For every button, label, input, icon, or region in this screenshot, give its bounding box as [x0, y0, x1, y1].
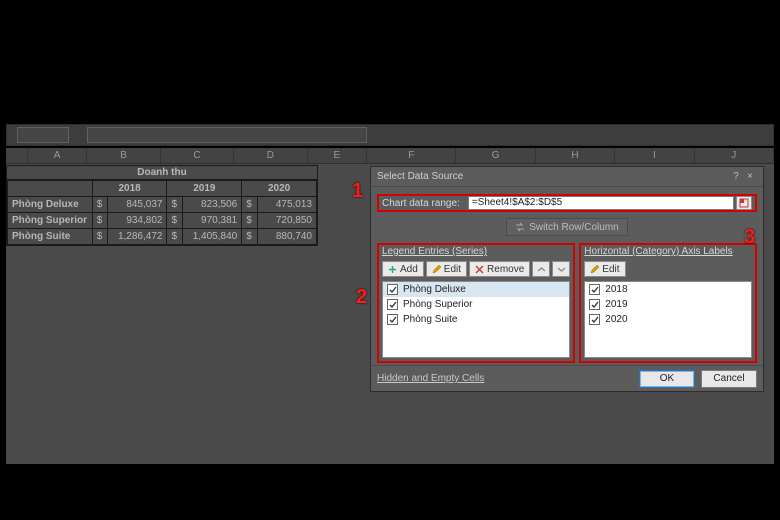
legend-remove-button[interactable]: Remove — [469, 261, 530, 277]
checkbox[interactable] — [589, 299, 600, 310]
axis-caption: Horizontal (Category) Axis Labels — [581, 245, 755, 259]
axis-item[interactable]: 2018 — [585, 282, 751, 297]
select-data-source-dialog: Select Data Source ? × Chart data range:… — [370, 166, 764, 392]
axis-list[interactable]: 2018 2019 2020 — [584, 281, 752, 358]
checkbox[interactable] — [589, 284, 600, 295]
ok-button[interactable]: OK — [639, 370, 695, 388]
legend-caption: Legend Entries (Series) — [379, 245, 573, 259]
close-button[interactable]: × — [743, 167, 757, 187]
edit-icon — [432, 265, 441, 274]
legend-item[interactable]: Phòng Superior — [383, 297, 569, 312]
stage: A B C D E F G H I J Doanh thu 2018 2019 … — [0, 0, 780, 520]
legend-item[interactable]: Phòng Suite — [383, 312, 569, 327]
range-picker-icon — [739, 198, 749, 208]
table-header-row: 2018 2019 2020 — [8, 181, 317, 197]
table-title: Doanh thu — [7, 166, 317, 180]
legend-move-down-button[interactable] — [552, 261, 570, 277]
axis-edit-button[interactable]: Edit — [584, 261, 625, 277]
callout-2: 2 — [356, 286, 367, 309]
checkbox[interactable] — [589, 314, 600, 325]
name-box[interactable] — [17, 127, 69, 143]
legend-list[interactable]: Phòng Deluxe Phòng Superior Phòng Suite — [382, 281, 570, 358]
edit-icon — [590, 265, 599, 274]
formula-input[interactable] — [87, 127, 367, 143]
switch-row-column-area: Switch Row/Column — [467, 218, 667, 236]
callout-1: 1 — [352, 180, 363, 203]
dialog-title: Select Data Source — [377, 167, 729, 187]
formula-bar — [6, 124, 774, 146]
dialog-footer: Hidden and Empty Cells OK Cancel — [371, 365, 763, 391]
axis-item[interactable]: 2020 — [585, 312, 751, 327]
axis-item[interactable]: 2019 — [585, 297, 751, 312]
dialog-titlebar: Select Data Source ? × — [371, 167, 763, 187]
chart-data-range-input[interactable]: =Sheet4!$A$2:$D$5 — [468, 196, 734, 210]
chart-data-range-label: Chart data range: — [382, 198, 460, 209]
chevron-up-icon — [537, 265, 546, 274]
add-icon — [388, 265, 397, 274]
cancel-button[interactable]: Cancel — [701, 370, 757, 388]
column-headers: A B C D E F G H I J — [6, 148, 774, 164]
checkbox[interactable] — [387, 314, 398, 325]
help-button[interactable]: ? — [729, 167, 743, 187]
legend-edit-button[interactable]: Edit — [426, 261, 467, 277]
chevron-down-icon — [557, 265, 566, 274]
remove-icon — [475, 265, 484, 274]
checkbox[interactable] — [387, 299, 398, 310]
callout-3: 3 — [744, 226, 755, 249]
checkbox[interactable] — [387, 284, 398, 295]
legend-entries-panel: Legend Entries (Series) Add Edit Remove — [377, 243, 575, 363]
revenue-table: Doanh thu 2018 2019 2020 Phòng Deluxe $8… — [6, 165, 318, 246]
table-row: Phòng Superior $934,802 $970,381 $720,85… — [8, 213, 317, 229]
legend-add-button[interactable]: Add — [382, 261, 424, 277]
legend-item[interactable]: Phòng Deluxe — [383, 282, 569, 297]
chart-data-range-row: Chart data range: =Sheet4!$A$2:$D$5 — [377, 194, 757, 212]
hidden-empty-cells-link[interactable]: Hidden and Empty Cells — [377, 373, 484, 384]
range-picker-button[interactable] — [736, 196, 752, 210]
swap-icon — [515, 222, 525, 232]
table-row: Phòng Suite $1,286,472 $1,405,840 $880,7… — [8, 229, 317, 245]
legend-move-up-button[interactable] — [532, 261, 550, 277]
axis-toolbar: Edit — [581, 259, 755, 279]
table-row: Phòng Deluxe $845,037 $823,506 $475,013 — [8, 197, 317, 213]
legend-toolbar: Add Edit Remove — [379, 259, 573, 279]
axis-labels-panel: Horizontal (Category) Axis Labels Edit 2… — [579, 243, 757, 363]
switch-row-column-button[interactable]: Switch Row/Column — [506, 218, 627, 236]
